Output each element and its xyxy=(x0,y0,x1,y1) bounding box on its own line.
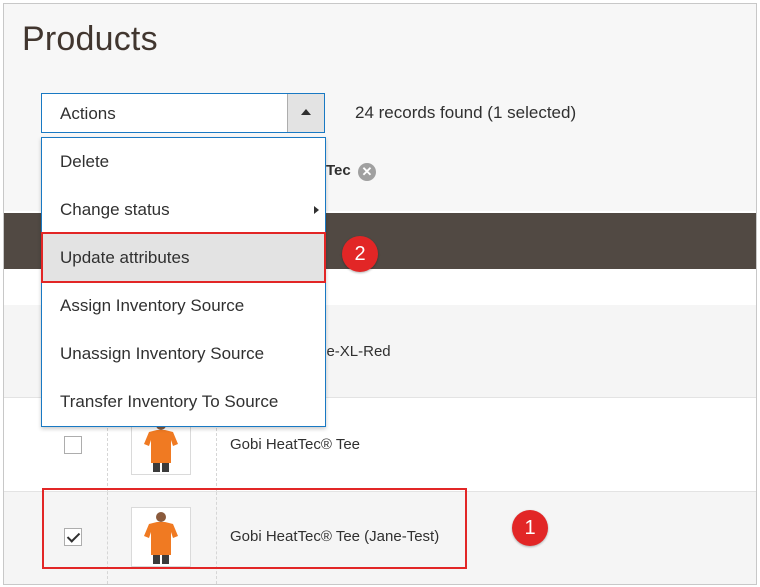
caret-right-icon xyxy=(314,206,319,214)
menu-item-transfer-inventory[interactable]: Transfer Inventory To Source xyxy=(42,378,325,426)
remove-filter-icon[interactable]: ✕ xyxy=(358,163,376,181)
page-title: Products xyxy=(22,20,158,58)
menu-item-change-status[interactable]: Change status xyxy=(42,186,325,234)
menu-item-assign-inventory-source[interactable]: Assign Inventory Source xyxy=(42,282,325,330)
callout-badge-2: 2 xyxy=(342,236,378,272)
menu-item-label: Change status xyxy=(60,200,170,219)
callout-highlight-update-attributes xyxy=(41,232,326,283)
product-name: Gobi HeatTec® Tee xyxy=(230,436,361,453)
callout-highlight-selected-row xyxy=(42,488,467,569)
row-checkbox[interactable] xyxy=(64,436,82,454)
active-filter-text: Tec xyxy=(326,162,351,179)
caret-up-icon xyxy=(301,109,311,115)
actions-dropdown[interactable]: Actions xyxy=(41,93,325,133)
callout-badge-1: 1 xyxy=(512,510,548,546)
actions-label: Actions xyxy=(60,104,116,123)
page-header: Products xyxy=(4,4,756,91)
menu-item-unassign-inventory-source[interactable]: Unassign Inventory Source xyxy=(42,330,325,378)
menu-item-delete[interactable]: Delete xyxy=(42,138,325,186)
actions-toggle-button[interactable] xyxy=(287,94,324,132)
records-count: 24 records found (1 selected) xyxy=(355,103,577,122)
products-grid-frame: Products Actions 24 records found (1 sel… xyxy=(3,3,757,585)
